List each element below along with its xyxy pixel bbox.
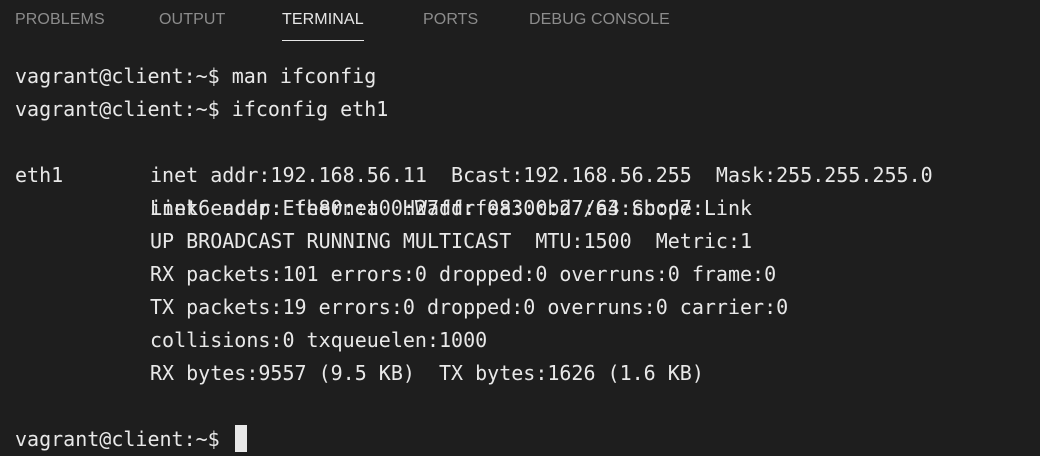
tab-ports[interactable]: PORTS <box>423 10 478 30</box>
tab-debug-console[interactable]: DEBUG CONSOLE <box>529 10 670 30</box>
interface-name: eth1 <box>15 163 64 187</box>
output-line: RX bytes:9557 (9.5 KB) TX bytes:1626 (1.… <box>150 361 704 385</box>
output-line: inet6 addr: fe80::a00:27ff:fea3:cbd7/64 … <box>150 196 753 220</box>
output-line: UP BROADCAST RUNNING MULTICAST MTU:1500 … <box>150 229 753 253</box>
prompt: vagrant@client:~$ <box>15 97 232 121</box>
panel-tab-bar: PROBLEMS OUTPUT TERMINAL PORTS DEBUG CON… <box>0 0 1040 42</box>
prompt: vagrant@client:~$ <box>15 64 232 88</box>
output-line: collisions:0 txqueuelen:1000 <box>150 328 488 352</box>
tab-output[interactable]: OUTPUT <box>159 10 225 30</box>
tab-terminal[interactable]: TERMINAL <box>282 10 364 41</box>
command-line: vagrant@client:~$ ifconfig eth1 <box>15 93 388 126</box>
command-text: ifconfig eth1 <box>231 97 389 121</box>
text-cursor <box>234 425 247 452</box>
command-text: man ifconfig <box>231 64 377 88</box>
output-line: eth1 Link encap:Ethernet HWaddr 08:00:27… <box>0 126 1040 220</box>
tab-problems[interactable]: PROBLEMS <box>15 10 105 30</box>
active-prompt-line[interactable]: vagrant@client:~$ <box>15 423 247 456</box>
command-line: vagrant@client:~$ man ifconfig <box>15 60 376 93</box>
prompt: vagrant@client:~$ <box>15 427 232 451</box>
output-line: RX packets:101 errors:0 dropped:0 overru… <box>150 262 777 286</box>
output-line: inet addr:192.168.56.11 Bcast:192.168.56… <box>150 163 933 187</box>
terminal-output[interactable]: vagrant@client:~$ man ifconfig vagrant@c… <box>0 60 1040 453</box>
tab-terminal-label: TERMINAL <box>282 11 364 28</box>
active-tab-indicator <box>282 40 364 41</box>
output-line: TX packets:19 errors:0 dropped:0 overrun… <box>150 295 789 319</box>
